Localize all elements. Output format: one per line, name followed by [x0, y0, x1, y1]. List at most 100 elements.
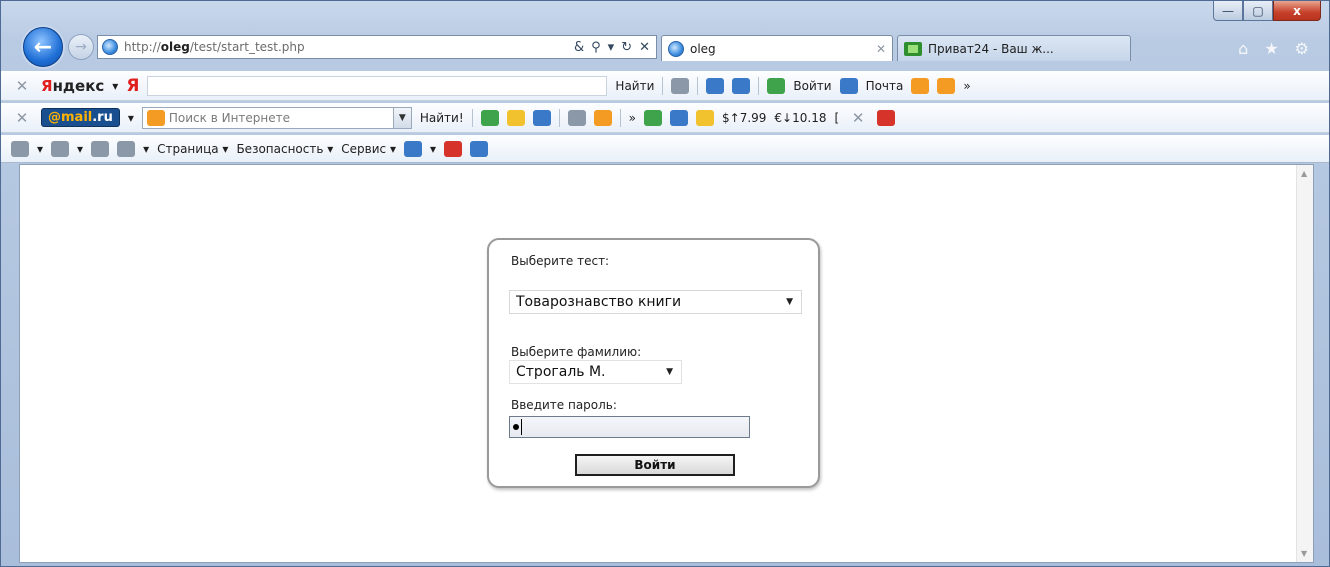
password-label: Введите пароль: — [511, 398, 617, 412]
stop-icon[interactable]: ✕ — [639, 40, 650, 55]
tools-menu[interactable]: Сервис ▾ — [341, 142, 396, 156]
page-content: ▲ ▼ Выберите тест: Товарознавство книги … — [19, 164, 1314, 563]
mailru-logo[interactable]: @mail.ru — [41, 108, 120, 127]
minimize-button[interactable]: — — [1213, 1, 1243, 21]
usd-rate: $↑7.99 — [722, 110, 767, 125]
font-icon[interactable] — [480, 109, 499, 126]
research-icon[interactable] — [470, 140, 489, 157]
close-window-button[interactable]: x — [1273, 1, 1321, 21]
dropdown-arrow-icon[interactable]: ▾ — [608, 40, 615, 55]
weather-icon[interactable] — [706, 77, 725, 94]
gear-icon[interactable]: ⚙ — [1295, 39, 1309, 58]
browser-right-icons: ⌂ ★ ⚙ — [1238, 39, 1309, 58]
vertical-scrollbar[interactable]: ▲ ▼ — [1296, 165, 1313, 562]
dropdown-arrow-icon[interactable]: ▼ — [786, 297, 801, 307]
password-input[interactable] — [509, 416, 750, 438]
tab-privat24[interactable]: Приват24 - Ваш ж... — [897, 35, 1131, 61]
surname-label: Выберите фамилию: — [511, 345, 642, 359]
bookmarks-icon[interactable] — [911, 77, 930, 94]
test-label: Выберите тест: — [511, 254, 610, 268]
close-toolbar-icon[interactable]: ✕ — [11, 109, 33, 127]
search-provider-icon[interactable] — [146, 109, 165, 126]
ie-globe-icon — [102, 39, 118, 55]
address-bar[interactable]: http://oleg/test/start_test.php & ⚲ ▾ ↻ … — [97, 35, 657, 59]
mailru-search-input[interactable]: Поиск в Интернете ▼ — [141, 106, 412, 129]
pdf-icon[interactable] — [877, 109, 896, 126]
address-tools: & ⚲ ▾ ↻ ✕ — [574, 40, 656, 55]
maximize-button[interactable]: ▢ — [1243, 1, 1273, 21]
highlight-icon[interactable] — [506, 109, 525, 126]
translate-icon[interactable] — [732, 77, 751, 94]
compatibility-icon[interactable]: & — [574, 40, 584, 55]
back-arrow-icon[interactable]: ← — [23, 27, 63, 67]
calendar-icon[interactable] — [696, 109, 714, 126]
search-placeholder: Поиск в Интернете — [168, 110, 290, 125]
bracket: [ — [834, 110, 840, 125]
eur-rate: €↓10.18 — [774, 110, 827, 125]
scroll-down-icon[interactable]: ▼ — [1301, 549, 1307, 558]
address-url[interactable]: http://oleg/test/start_test.php — [124, 40, 305, 54]
dropdown-arrow-icon[interactable]: ▼ — [392, 107, 411, 128]
yandex-login-button[interactable]: Войти — [793, 79, 831, 93]
weather-icon[interactable] — [670, 109, 688, 126]
divider — [758, 76, 760, 95]
home-page-icon[interactable] — [937, 77, 956, 94]
yandex-ya-icon: Я — [126, 75, 140, 96]
page-menu[interactable]: Страница ▾ — [157, 142, 228, 156]
rss-feed-icon[interactable] — [51, 140, 70, 157]
test-select-value: Товарознавство книги — [516, 294, 682, 310]
help-icon[interactable] — [403, 140, 422, 157]
text-caret — [521, 419, 522, 435]
test-login-form: Выберите тест: Товарознавство книги ▼ Вы… — [487, 238, 820, 488]
yandex-search-input[interactable] — [147, 75, 608, 96]
dropdown-arrow-icon[interactable]: ▾ — [37, 142, 43, 156]
surname-select[interactable]: Строгаль М. ▼ — [509, 360, 682, 384]
chat-icon[interactable] — [671, 77, 690, 94]
dropdown-arrow-icon[interactable]: ▾ — [143, 142, 149, 156]
login-icon — [767, 77, 786, 94]
flashget-icon[interactable] — [444, 140, 463, 157]
search-icon[interactable]: ⚲ — [591, 40, 601, 55]
close-icon[interactable]: ✕ — [847, 109, 869, 127]
navigation-bar: ← → http://oleg/test/start_test.php & ⚲ … — [1, 25, 1329, 69]
mailru-find-button[interactable]: Найти! — [420, 111, 464, 125]
favorites-star-icon[interactable]: ★ — [1264, 39, 1278, 58]
refresh-icon[interactable]: ↻ — [621, 40, 632, 55]
window-icon[interactable] — [532, 109, 551, 126]
yandex-logo[interactable]: Яндекс — [41, 77, 104, 95]
tab-label: Приват24 - Ваш ж... — [928, 41, 1054, 56]
dropdown-arrow-icon[interactable]: ▼ — [666, 367, 681, 377]
more-chevron-icon[interactable]: » — [629, 111, 636, 125]
dropdown-arrow-icon[interactable]: ▾ — [77, 142, 83, 156]
divider — [697, 76, 699, 95]
divider — [471, 108, 473, 127]
scroll-up-icon[interactable]: ▲ — [1301, 169, 1307, 178]
submit-button[interactable]: Войти — [575, 454, 735, 476]
close-tab-icon[interactable]: ✕ — [876, 42, 886, 56]
more-chevron-icon[interactable]: » — [963, 79, 970, 93]
money-icon[interactable] — [644, 109, 662, 126]
safety-menu[interactable]: Безопасность ▾ — [236, 142, 333, 156]
dropdown-arrow-icon[interactable]: ▾ — [430, 142, 436, 156]
forward-arrow-icon[interactable]: → — [68, 34, 94, 60]
ie-globe-icon — [668, 40, 684, 57]
yandex-find-button[interactable]: Найти — [615, 79, 654, 93]
divider — [619, 108, 621, 127]
tab-oleg[interactable]: oleg ✕ — [661, 35, 893, 61]
tab-label: oleg — [690, 41, 716, 56]
home-icon[interactable]: ⌂ — [1238, 39, 1248, 58]
envelope-icon[interactable] — [567, 109, 586, 126]
close-toolbar-icon[interactable]: ✕ — [11, 77, 33, 95]
read-mail-icon[interactable] — [91, 140, 110, 157]
test-select[interactable]: Товарознавство книги ▼ — [509, 290, 802, 314]
mailru-toolbar: ✕ @mail.ru ▾ Поиск в Интернете ▼ Найти! … — [1, 103, 1329, 133]
print-icon[interactable] — [117, 140, 136, 157]
dropdown-arrow-icon[interactable]: ▾ — [128, 111, 134, 125]
home-page-icon[interactable] — [11, 140, 29, 157]
command-bar: ▾ ▾ ▾ Страница ▾ Безопасность ▾ Сервис ▾… — [1, 135, 1329, 163]
yandex-mail-button[interactable]: Почта — [866, 79, 904, 93]
games-icon[interactable] — [593, 109, 612, 126]
dropdown-arrow-icon[interactable]: ▾ — [112, 79, 118, 93]
divider — [662, 76, 664, 95]
mail-icon — [839, 77, 858, 94]
